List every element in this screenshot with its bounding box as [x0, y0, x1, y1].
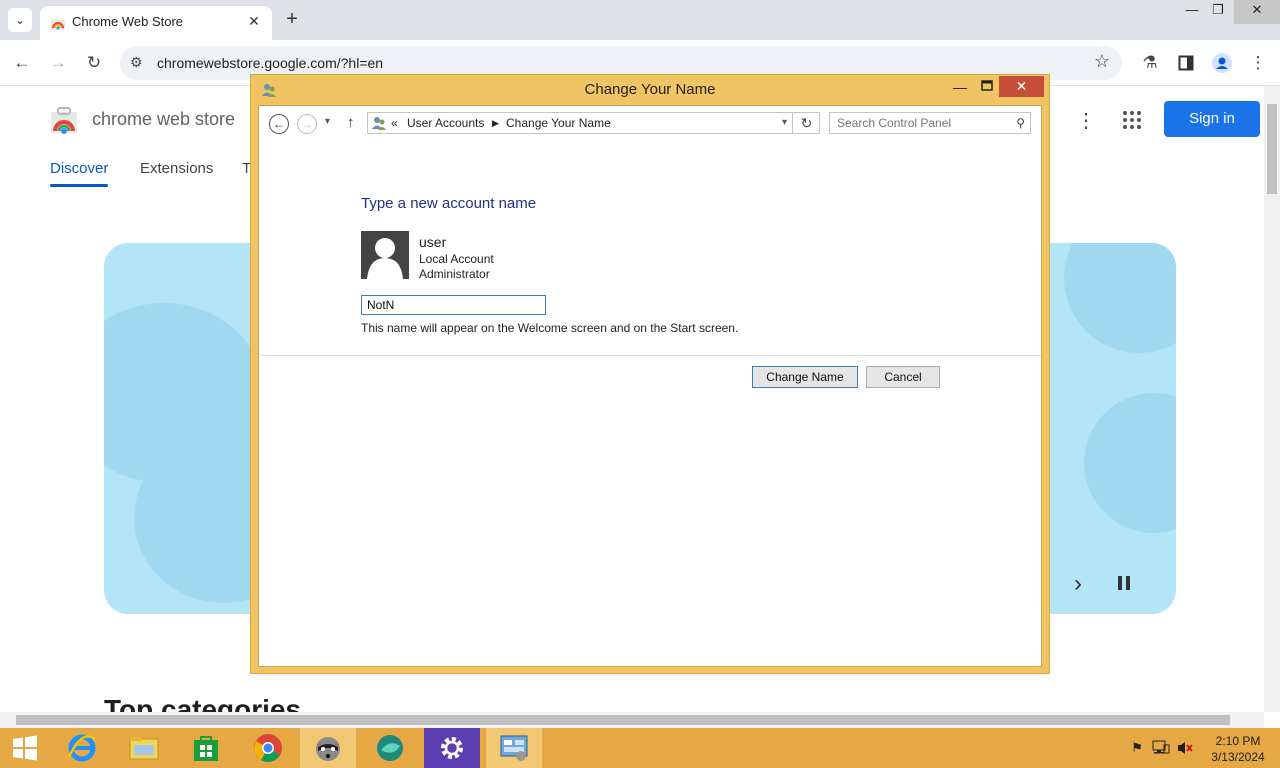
user-silhouette-icon — [367, 238, 403, 279]
recent-locations-chevron-icon[interactable]: ▾ — [325, 116, 330, 127]
hero-decoration — [1064, 243, 1176, 353]
taskbar-store[interactable] — [178, 728, 234, 768]
bookmark-star-icon[interactable]: ☆ — [1094, 51, 1110, 72]
vertical-scrollbar[interactable] — [1264, 86, 1280, 712]
profile-avatar-icon[interactable] — [1210, 51, 1234, 75]
change-name-window: Change Your Name — ✕ ← → ▾ ↑ « User Acco… — [250, 74, 1050, 674]
internet-explorer-icon — [67, 734, 96, 762]
start-button[interactable] — [0, 728, 50, 768]
address-breadcrumb[interactable]: « User Accounts ▶ Change Your Name ▾ — [367, 112, 820, 134]
browser-close-button[interactable]: ✕ — [1234, 0, 1280, 24]
network-icon[interactable] — [1152, 740, 1170, 756]
divider — [259, 355, 1041, 356]
taskbar-chrome[interactable] — [240, 728, 296, 768]
carousel-pause-icon[interactable] — [1117, 575, 1131, 591]
new-account-name-input[interactable] — [361, 295, 546, 315]
breadcrumb-overflow[interactable]: « — [391, 116, 398, 130]
chrome-web-store-favicon-icon — [51, 20, 65, 30]
control-panel-icon — [500, 735, 528, 761]
back-button[interactable]: ← — [269, 114, 289, 134]
chrome-web-store-logo — [51, 107, 77, 134]
store-icon — [194, 736, 218, 761]
window-maximize-button[interactable] — [978, 79, 996, 93]
section-title-top-categories: Top categories — [104, 694, 302, 714]
taskbar-clock[interactable]: 2:10 PM 3/13/2024 — [1206, 733, 1270, 765]
google-apps-icon[interactable] — [1122, 110, 1142, 130]
browser-menu-icon[interactable]: ⋮ — [1246, 51, 1270, 75]
reload-icon[interactable]: ↻ — [82, 51, 106, 75]
nav-tab-extensions[interactable]: Extensions — [140, 160, 213, 177]
site-settings-icon[interactable]: ⚙ — [130, 54, 143, 71]
user-avatar — [361, 231, 409, 279]
settings-icon — [441, 737, 463, 759]
taskbar-teal-app[interactable] — [362, 728, 418, 768]
hero-decoration — [1084, 393, 1176, 533]
name-hint-text: This name will appear on the Welcome scr… — [361, 321, 739, 335]
up-arrow-icon[interactable]: ↑ — [347, 114, 355, 131]
side-panel-icon[interactable] — [1174, 51, 1198, 75]
window-content: ← → ▾ ↑ « User Accounts ▶ Change Your Na… — [258, 105, 1042, 667]
taskbar: ⚑ — [0, 728, 1280, 768]
web-store-title: chrome web store — [92, 109, 236, 129]
carousel-next-icon[interactable]: › — [1074, 570, 1082, 598]
sign-in-button[interactable]: Sign in — [1164, 101, 1260, 137]
nav-active-underline — [50, 184, 108, 187]
tab-chrome-web-store[interactable]: Chrome Web Store ✕ — [40, 6, 272, 40]
window-minimize-button[interactable]: — — [951, 79, 969, 95]
volume-muted-icon[interactable] — [1176, 740, 1194, 756]
forward-button[interactable]: → — [297, 114, 317, 134]
cancel-button[interactable]: Cancel — [866, 366, 940, 388]
tab-close-icon[interactable]: ✕ — [244, 11, 264, 31]
raccoon-app-icon — [316, 737, 340, 761]
chrome-icon — [254, 734, 282, 762]
address-url[interactable]: chromewebstore.google.com/?hl=en — [157, 55, 383, 71]
taskbar-file-explorer[interactable] — [116, 728, 172, 768]
address-dropdown-icon[interactable]: ▾ — [782, 117, 787, 128]
start-icon — [13, 735, 37, 761]
tab-strip: ⌄ Chrome Web Store ✕ + — ❐ ✕ — [0, 0, 1280, 40]
new-tab-button[interactable]: + — [280, 8, 304, 32]
action-center-flag-icon[interactable]: ⚑ — [1128, 740, 1146, 756]
tab-title: Chrome Web Store — [72, 14, 184, 29]
horizontal-scroll-thumb[interactable] — [16, 715, 1230, 725]
taskbar-raccoon-app[interactable] — [300, 728, 356, 768]
user-name: user — [419, 234, 447, 250]
window-title: Change Your Name — [584, 81, 716, 98]
breadcrumb-separator-icon[interactable]: ▶ — [492, 118, 499, 129]
clock-date: 3/13/2024 — [1211, 750, 1265, 764]
taskbar-settings[interactable] — [424, 728, 480, 768]
breadcrumb-change-your-name[interactable]: Change Your Name — [506, 116, 611, 130]
back-arrow-icon[interactable]: ← — [10, 51, 34, 75]
vertical-scroll-thumb[interactable] — [1267, 104, 1277, 194]
taskbar-control-panel[interactable] — [486, 728, 542, 768]
browser-restore-button[interactable]: ❐ — [1198, 0, 1238, 24]
breadcrumb-user-accounts[interactable]: User Accounts — [407, 116, 484, 130]
more-options-icon[interactable]: ⋮ — [1076, 108, 1096, 133]
clock-time: 2:10 PM — [1215, 734, 1261, 748]
account-type: Local Account — [419, 252, 494, 266]
forward-arrow-icon[interactable]: → — [46, 51, 70, 75]
search-icon[interactable]: ⚲ — [1016, 116, 1025, 130]
horizontal-scrollbar[interactable] — [0, 712, 1264, 728]
labs-flask-icon[interactable]: ⚗ — [1138, 51, 1162, 75]
teal-app-icon — [377, 735, 403, 761]
window-close-button[interactable]: ✕ — [999, 76, 1044, 97]
account-role: Administrator — [419, 267, 490, 281]
taskbar-internet-explorer[interactable] — [54, 728, 110, 768]
tab-search-chevron-icon[interactable]: ⌄ — [8, 8, 32, 32]
change-name-button[interactable]: Change Name — [752, 366, 858, 388]
control-panel-icon — [372, 117, 386, 130]
file-explorer-icon — [129, 737, 159, 760]
page-heading: Type a new account name — [361, 195, 537, 212]
search-control-panel[interactable]: ⚲ — [829, 112, 1031, 134]
refresh-icon[interactable]: ↻ — [792, 112, 820, 134]
nav-tab-discover[interactable]: Discover — [50, 160, 108, 177]
search-input[interactable] — [830, 113, 1010, 133]
